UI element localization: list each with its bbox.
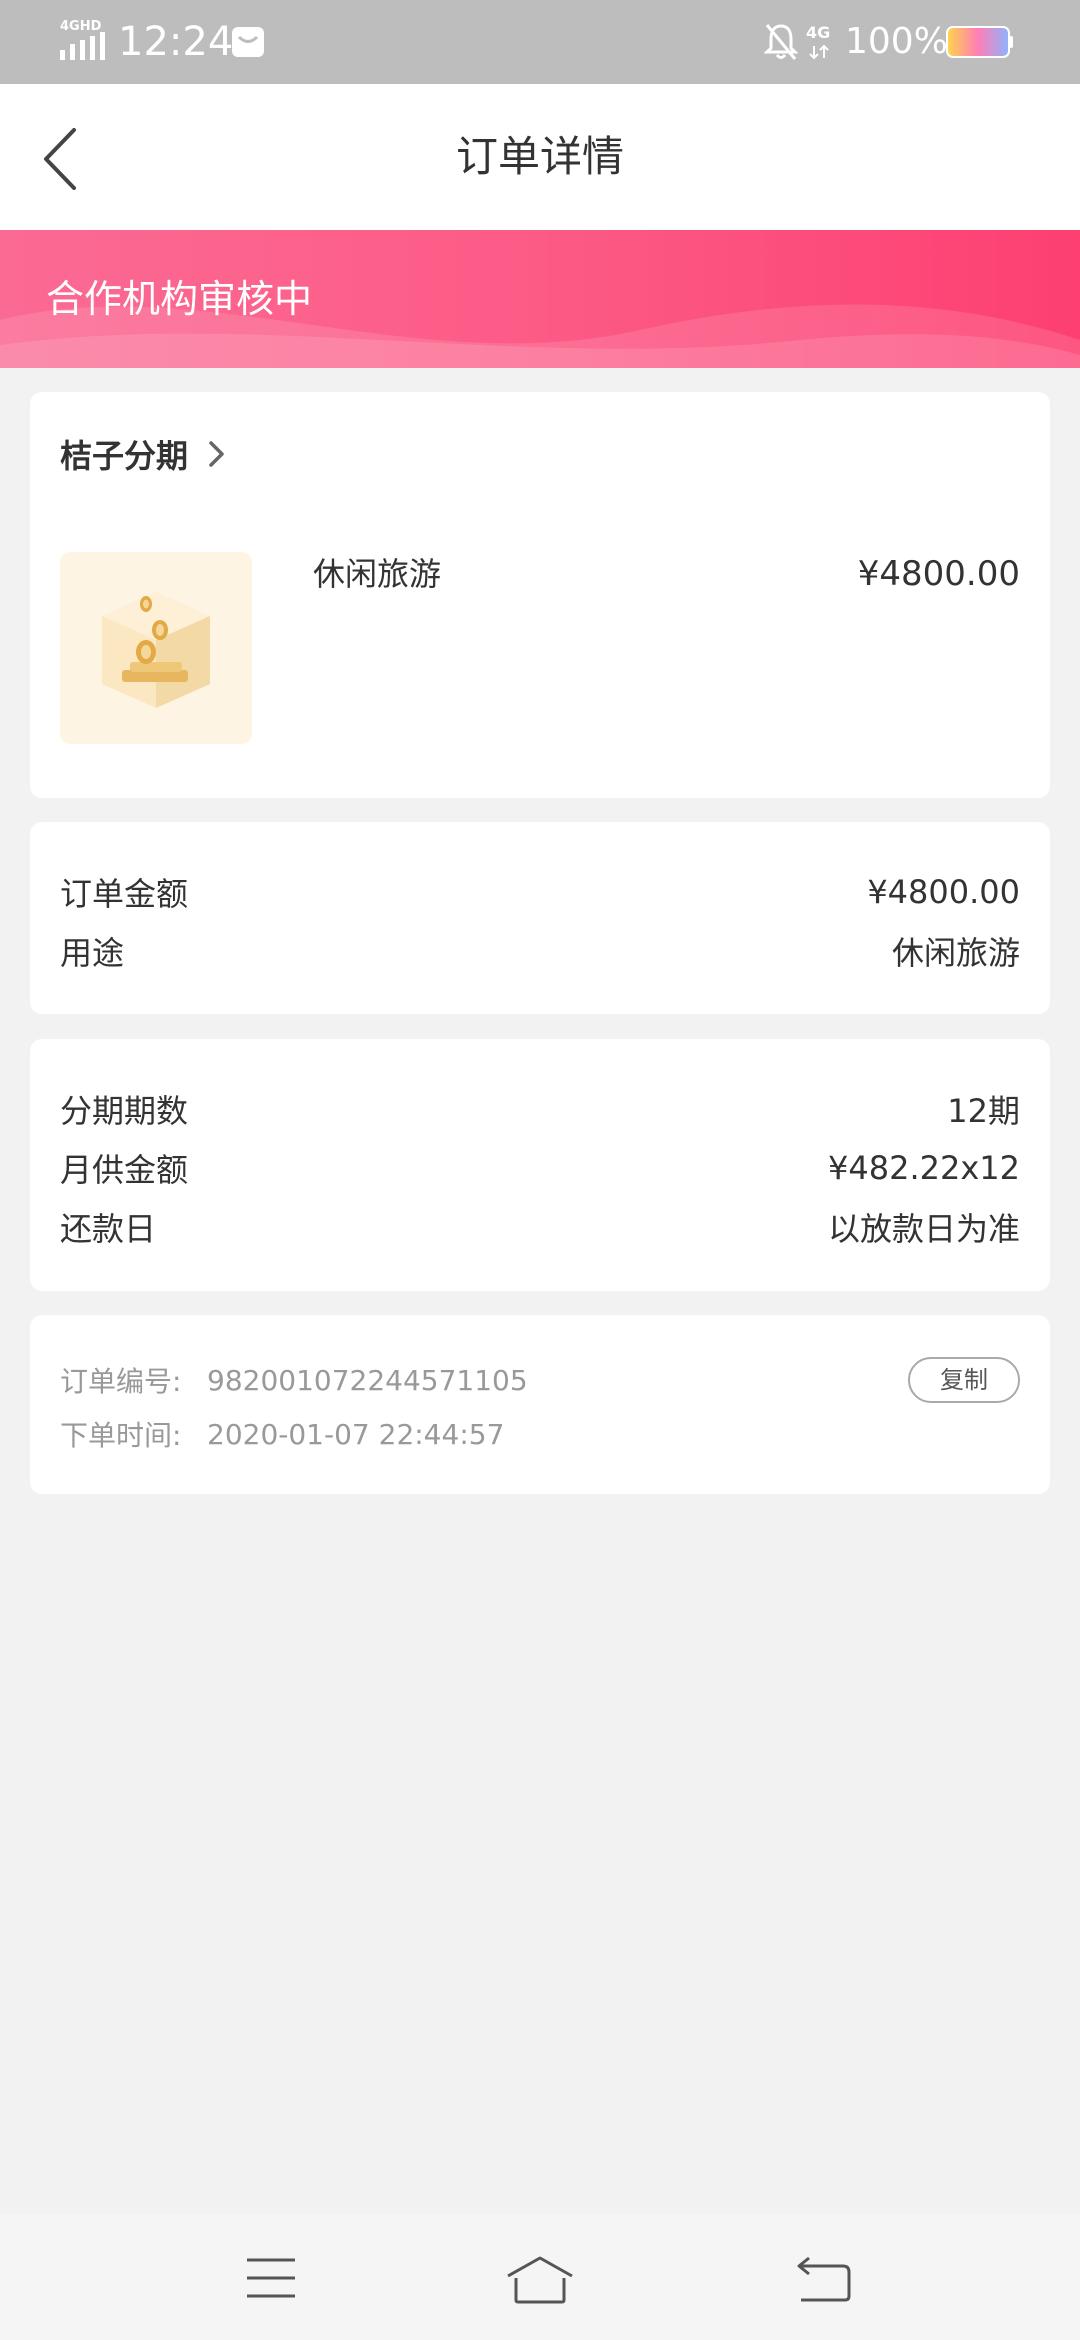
kv-row-periods: 分期期数 12期 bbox=[60, 1083, 1020, 1135]
order-time-row: 下单时间: 2020-01-07 22:44:57 bbox=[60, 1409, 504, 1459]
header: 订单详情 bbox=[0, 84, 1080, 230]
amount-card: 订单金额 ¥4800.00 用途 休闲旅游 bbox=[30, 822, 1050, 1014]
network-label: 4GHD bbox=[60, 19, 102, 34]
kv-label: 月供金额 bbox=[60, 1151, 189, 1189]
kv-row-purpose: 用途 休闲旅游 bbox=[60, 925, 1020, 977]
kv-label: 用途 bbox=[60, 934, 125, 972]
product-thumbnail bbox=[60, 552, 252, 744]
back-icon[interactable] bbox=[787, 2250, 859, 2306]
order-info-card: 订单编号: 982001072244571105 下单时间: 2020-01-0… bbox=[30, 1315, 1050, 1494]
status-banner: 合作机构审核中 bbox=[0, 230, 1080, 368]
kv-label: 订单金额 bbox=[60, 875, 189, 913]
battery-icon bbox=[946, 26, 1013, 58]
order-number-row: 订单编号: 982001072244571105 bbox=[60, 1355, 528, 1405]
kv-value: 12期 bbox=[947, 1092, 1020, 1130]
coin-box-icon bbox=[102, 592, 210, 708]
product-name: 休闲旅游 bbox=[313, 555, 442, 593]
installment-card: 分期期数 12期 月供金额 ¥482.22x12 还款日 以放款日为准 bbox=[30, 1039, 1050, 1291]
provider-link[interactable]: 桔子分期 bbox=[60, 424, 228, 484]
order-number: 982001072244571105 bbox=[207, 1363, 528, 1397]
kv-row-order-amount: 订单金额 ¥4800.00 bbox=[60, 866, 1020, 918]
kv-value: 休闲旅游 bbox=[891, 934, 1020, 972]
order-status-text: 合作机构审核中 bbox=[46, 277, 313, 321]
product-price: ¥4800.00 bbox=[857, 554, 1020, 594]
network2-label: 4G bbox=[806, 23, 830, 42]
product-card: 桔子分期 休闲旅游 ¥4800.00 bbox=[30, 392, 1050, 798]
kv-value: 以放款日为准 bbox=[827, 1210, 1020, 1248]
copy-button[interactable]: 复制 bbox=[908, 1357, 1020, 1403]
menu-icon[interactable] bbox=[235, 2250, 307, 2306]
order-number-label: 订单编号: bbox=[60, 1365, 182, 1398]
order-time: 2020-01-07 22:44:57 bbox=[207, 1417, 505, 1451]
kv-label: 分期期数 bbox=[60, 1092, 189, 1130]
home-icon[interactable] bbox=[504, 2250, 576, 2306]
kv-value: ¥4800.00 bbox=[867, 873, 1020, 911]
status-bar: 4GHD 12:24 4G 100% bbox=[0, 0, 1080, 84]
status-time: 12:24 bbox=[118, 19, 234, 65]
kv-value: ¥482.22x12 bbox=[828, 1149, 1020, 1187]
signal-icon: 4GHD bbox=[60, 19, 105, 60]
system-nav-bar bbox=[0, 2214, 1080, 2340]
provider-name: 桔子分期 bbox=[60, 437, 189, 475]
page-title: 订单详情 bbox=[455, 132, 624, 181]
order-time-label: 下单时间: bbox=[60, 1419, 182, 1452]
network-4g-icon: 4G bbox=[806, 23, 830, 60]
chevron-right-icon bbox=[209, 441, 224, 467]
kv-label: 还款日 bbox=[60, 1210, 157, 1248]
bell-muted-icon bbox=[764, 24, 798, 60]
kv-row-repay-day: 还款日 以放款日为准 bbox=[60, 1201, 1020, 1253]
battery-percent: 100% bbox=[845, 21, 948, 62]
message-icon bbox=[232, 27, 264, 57]
chevron-left-icon[interactable] bbox=[36, 124, 86, 194]
kv-row-monthly: 月供金额 ¥482.22x12 bbox=[60, 1142, 1020, 1194]
